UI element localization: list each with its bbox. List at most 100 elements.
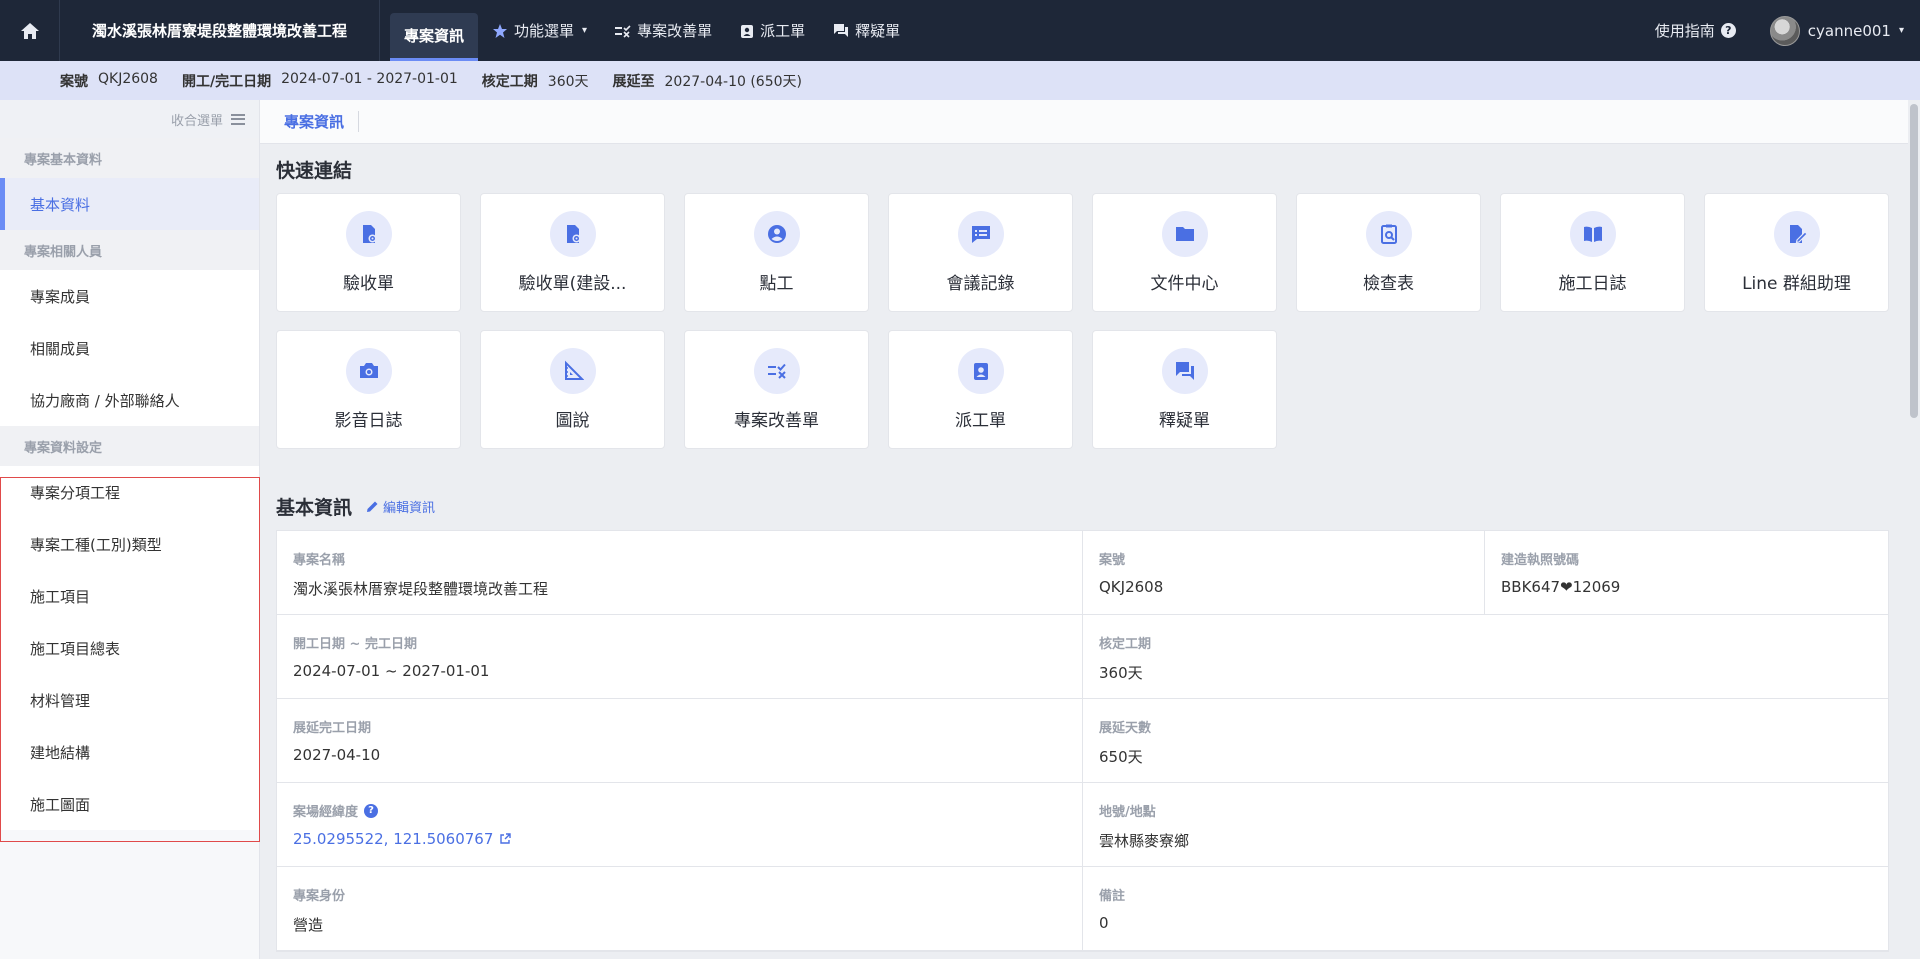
tile-label: 文件中心	[1150, 274, 1219, 294]
user-guide-link[interactable]: 使用指南 ?	[1655, 20, 1736, 41]
sidebar-item-drawings[interactable]: 施工圖面	[0, 778, 259, 830]
nav-function-menu[interactable]: 功能選單 ▾	[478, 0, 601, 61]
sidebar-item-work-types[interactable]: 專案工種(工別)類型	[0, 518, 259, 570]
quick-link-labor[interactable]: 點工	[684, 193, 869, 312]
book-icon	[1569, 211, 1616, 257]
tile-label: 施工日誌	[1558, 274, 1627, 294]
sidebar-item-site-structure[interactable]: 建地結構	[0, 726, 259, 778]
basic-info-table: 專案名稱 濁水溪張林厝寮堤段整體環境改善工程 案號 QKJ2608 建造執照號碼…	[276, 530, 1889, 952]
quick-links-grid: 驗收單 驗收單(建設... 點工 會議記錄 文件中心 檢查表 施工日誌 Line…	[276, 193, 1889, 449]
clipboard-search-icon	[1365, 211, 1412, 257]
quick-link-construction-log[interactable]: 施工日誌	[1500, 193, 1685, 312]
pencil-icon	[367, 501, 378, 512]
guide-label: 使用指南	[1654, 22, 1715, 40]
quick-link-acceptance-build[interactable]: 驗收單(建設...	[480, 193, 665, 312]
quick-link-improvement[interactable]: 專案改善單	[684, 330, 869, 449]
nav-project-info[interactable]: 專案資訊	[390, 13, 479, 61]
info-row: 案場經緯度? 25.0295522, 121.5060767 地號/地點 雲林縣…	[277, 783, 1888, 867]
sidebar-item-related-members[interactable]: 相關成員	[0, 322, 259, 374]
content-area: 快速連結 驗收單 驗收單(建設... 點工 會議記錄 文件中心 檢查表 施工日誌…	[276, 156, 1889, 952]
field-value: 營造	[293, 916, 324, 934]
quick-link-meeting[interactable]: 會議記錄	[888, 193, 1073, 312]
field-case-no: 案號 QKJ2608	[1083, 531, 1485, 614]
basic-info-header: 基本資訊 編輯資訊	[276, 493, 1889, 520]
coords-link[interactable]: 25.0295522, 121.5060767	[293, 830, 1066, 848]
field-label: 專案身份	[293, 889, 346, 904]
nav-clarification[interactable]: 釋疑單	[819, 0, 914, 61]
coords-value: 25.0295522, 121.5060767	[293, 830, 494, 848]
quick-link-checklist[interactable]: 檢查表	[1296, 193, 1481, 312]
home-icon	[20, 22, 39, 39]
field-label: 展延完工日期	[293, 721, 372, 736]
chat-icon	[1161, 348, 1208, 394]
badge-icon	[741, 24, 754, 38]
scrollbar-thumb[interactable]	[1910, 104, 1918, 418]
sidebar-item-construction-items[interactable]: 施工項目	[0, 570, 259, 622]
tab-project-info[interactable]: 專案資訊	[284, 111, 360, 132]
field-extended-date: 展延完工日期 2027-04-10	[277, 699, 1083, 782]
quick-link-documents[interactable]: 文件中心	[1092, 193, 1277, 312]
star-icon	[493, 23, 508, 38]
quick-link-media-log[interactable]: 影音日誌	[276, 330, 461, 449]
help-icon[interactable]: ?	[364, 803, 379, 818]
info-row: 展延完工日期 2027-04-10 展延天數 650天	[277, 699, 1888, 783]
quick-link-line-assistant[interactable]: Line 群組助理	[1704, 193, 1889, 312]
sidebar-section-title: 專案資料設定	[0, 426, 259, 466]
field-period: 開工日期 ~ 完工日期 2024-07-01 ~ 2027-01-01	[277, 615, 1083, 698]
field-label: 備註	[1099, 889, 1126, 904]
quick-link-dispatch[interactable]: 派工單	[888, 330, 1073, 449]
quick-link-clarification[interactable]: 釋疑單	[1092, 330, 1277, 449]
edit-doc-icon	[1773, 211, 1820, 257]
project-title[interactable]: 濁水溪張林厝寮堤段整體環境改善工程	[60, 0, 380, 61]
duration-label: 核定工期	[481, 73, 538, 90]
tile-label: Line 群組助理	[1742, 274, 1851, 294]
camera-icon	[345, 348, 392, 394]
tile-label: 專案改善單	[734, 411, 819, 431]
sidebar-item-items-summary[interactable]: 施工項目總表	[0, 622, 259, 674]
scrollbar[interactable]	[1908, 100, 1920, 959]
sidebar-item-sub-projects[interactable]: 專案分項工程	[0, 466, 259, 518]
field-extended-days: 展延天數 650天	[1083, 699, 1888, 782]
field-coordinates: 案場經緯度? 25.0295522, 121.5060767	[277, 783, 1083, 866]
field-label: 案場經緯度?	[293, 801, 1066, 820]
quick-links-title: 快速連結	[276, 156, 1889, 183]
tile-label: 驗收單(建設...	[518, 274, 627, 294]
tile-label: 釋疑單	[1159, 411, 1210, 431]
sidebar-item-materials[interactable]: 材料管理	[0, 674, 259, 726]
project-info-bar: 案號 QKJ2608 開工/完工日期 2024-07-01 - 2027-01-01…	[0, 61, 1920, 100]
caret-down-icon: ▾	[582, 25, 588, 36]
doc-gear-icon	[345, 211, 392, 257]
quick-link-drawings[interactable]: 圖說	[480, 330, 665, 449]
list-check-icon	[615, 24, 631, 38]
person-icon	[753, 211, 800, 257]
field-value: 0	[1099, 914, 1109, 932]
quick-link-acceptance[interactable]: 驗收單	[276, 193, 461, 312]
field-permit: 建造執照號碼 BBK647❤12069	[1485, 531, 1888, 614]
field-note: 備註 0	[1083, 867, 1888, 950]
sub-tabs: 專案資訊	[260, 100, 1920, 144]
field-label: 核定工期	[1099, 637, 1152, 652]
user-menu[interactable]: cyanne001 ▾	[1769, 15, 1904, 46]
field-label: 地號/地點	[1099, 805, 1156, 820]
edit-info-link[interactable]: 編輯資訊	[366, 497, 435, 516]
field-value: 2027-04-10	[293, 746, 381, 764]
sidebar-item-vendors[interactable]: 協力廠商 / 外部聯絡人	[0, 374, 259, 426]
basic-info-title: 基本資訊	[276, 497, 353, 519]
sidebar-section-title: 專案基本資料	[0, 138, 259, 178]
folder-icon	[1161, 211, 1208, 257]
nav-dispatch[interactable]: 派工單	[726, 0, 819, 61]
tile-label: 影音日誌	[334, 411, 403, 431]
nav-label: 派工單	[760, 22, 806, 40]
message-icon	[957, 211, 1004, 257]
ruler-icon	[549, 348, 596, 394]
collapse-menu-button[interactable]: 收合選單	[0, 100, 259, 138]
sidebar-item-project-members[interactable]: 專案成員	[0, 270, 259, 322]
field-value: 650天	[1099, 748, 1143, 766]
field-value: 2024-07-01 ~ 2027-01-01	[293, 662, 490, 680]
field-approved-duration: 核定工期 360天	[1083, 615, 1888, 698]
nav-improvement[interactable]: 專案改善單	[601, 0, 726, 61]
home-button[interactable]	[0, 0, 60, 61]
field-role: 專案身份 營造	[277, 867, 1083, 950]
chat-icon	[834, 24, 849, 37]
sidebar-item-basic-info[interactable]: 基本資料	[0, 178, 259, 230]
